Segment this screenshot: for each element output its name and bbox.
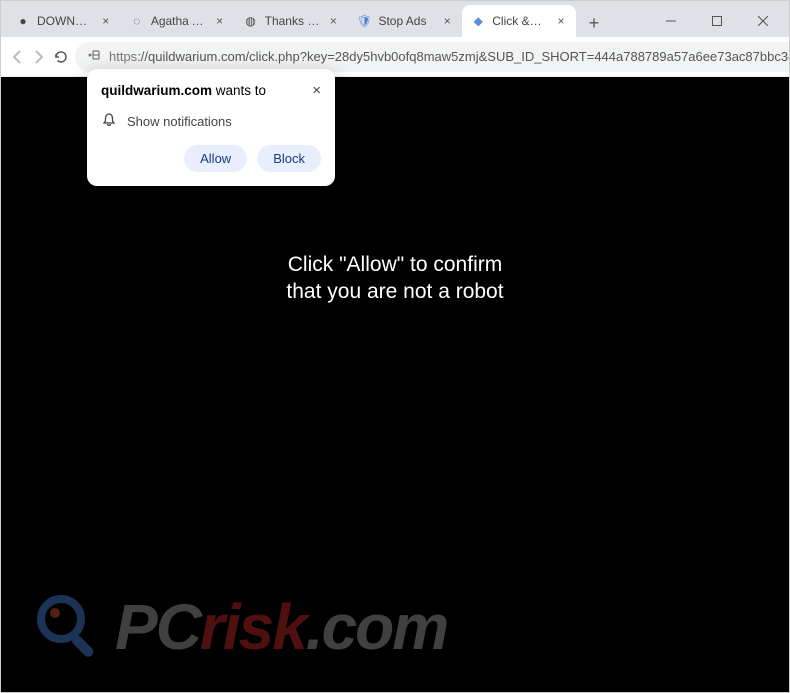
- favicon-globe-icon: ◍: [243, 13, 259, 29]
- block-button[interactable]: Block: [257, 145, 321, 172]
- favicon-diamond-icon: ◆: [470, 13, 486, 29]
- watermark: PCrisk.com: [33, 590, 447, 664]
- favicon-download-icon: ●: [15, 13, 31, 29]
- tab-title: Click &quot;Allow&...: [492, 14, 548, 28]
- tabs-row: ● DOWNLOAD: Agath... × ◌ Agatha All Alon…: [1, 1, 789, 37]
- close-icon[interactable]: ×: [99, 14, 113, 28]
- close-icon[interactable]: ×: [554, 14, 568, 28]
- watermark-part1: PC: [115, 591, 200, 663]
- reload-button[interactable]: [53, 42, 69, 72]
- main-message-line1: Click "Allow" to confirm: [1, 251, 789, 278]
- tab-title: DOWNLOAD: Agath...: [37, 14, 93, 28]
- favicon-loading-icon: ◌: [129, 13, 145, 29]
- tab-0[interactable]: ● DOWNLOAD: Agath... ×: [7, 5, 121, 37]
- watermark-part2: risk: [200, 591, 306, 663]
- maximize-button[interactable]: [703, 10, 731, 32]
- close-window-button[interactable]: [749, 10, 777, 32]
- favicon-shield-icon: 🛡: [356, 13, 372, 29]
- url-scheme: https: [109, 49, 137, 64]
- maximize-icon: [712, 16, 722, 26]
- permission-label: Show notifications: [127, 114, 232, 129]
- permission-domain: quildwarium.com: [101, 83, 212, 98]
- bell-icon: [101, 112, 117, 131]
- permission-prompt: quildwarium.com wants to × Show notifica…: [87, 69, 335, 186]
- close-icon[interactable]: ×: [213, 14, 227, 28]
- watermark-text: PCrisk.com: [115, 590, 447, 664]
- url-text: https://quildwarium.com/click.php?key=28…: [109, 49, 790, 64]
- tab-title: Agatha All Along S0...: [151, 14, 207, 28]
- tab-2[interactable]: ◍ Thanks for downloa... ×: [235, 5, 349, 37]
- close-icon[interactable]: ×: [440, 14, 454, 28]
- main-message-line2: that you are not a robot: [1, 278, 789, 305]
- address-bar[interactable]: https://quildwarium.com/click.php?key=28…: [75, 42, 790, 72]
- reload-icon: [53, 49, 69, 65]
- magnifier-icon: [33, 591, 105, 663]
- arrow-right-icon: [31, 49, 47, 65]
- tab-1[interactable]: ◌ Agatha All Along S0... ×: [121, 5, 235, 37]
- tab-4-active[interactable]: ◆ Click &quot;Allow&... ×: [462, 5, 576, 37]
- back-button[interactable]: [9, 42, 25, 72]
- close-icon: [758, 16, 768, 26]
- main-message: Click "Allow" to confirm that you are no…: [1, 251, 789, 306]
- close-icon[interactable]: ×: [326, 14, 340, 28]
- watermark-part3: .com: [306, 591, 447, 663]
- tab-title: Thanks for downloa...: [265, 14, 321, 28]
- minimize-button[interactable]: [657, 10, 685, 32]
- permission-suffix: wants to: [212, 83, 266, 98]
- site-info-icon[interactable]: [85, 47, 101, 66]
- url-path: ://quildwarium.com/click.php?key=28dy5hv…: [137, 49, 790, 64]
- tab-title: Stop Ads: [378, 14, 434, 28]
- browser-window: ● DOWNLOAD: Agath... × ◌ Agatha All Alon…: [0, 0, 790, 693]
- minimize-icon: [666, 16, 676, 26]
- permission-close-button[interactable]: ×: [312, 83, 321, 98]
- new-tab-button[interactable]: +: [580, 9, 608, 37]
- allow-button[interactable]: Allow: [184, 145, 247, 172]
- forward-button[interactable]: [31, 42, 47, 72]
- permission-title: quildwarium.com wants to: [101, 83, 266, 98]
- arrow-left-icon: [9, 49, 25, 65]
- tab-3[interactable]: 🛡 Stop Ads ×: [348, 5, 462, 37]
